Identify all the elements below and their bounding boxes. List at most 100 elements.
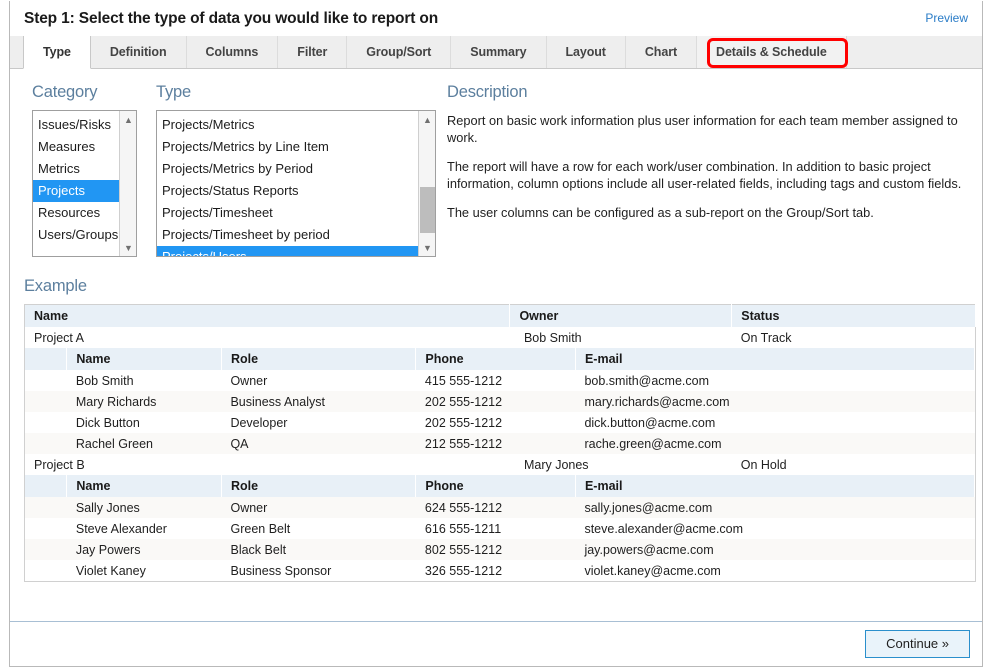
type-option-status-reports[interactable]: Projects/Status Reports (157, 180, 435, 202)
type-option-users[interactable]: Projects/Users (157, 246, 435, 256)
chevron-up-icon[interactable]: ▲ (120, 111, 136, 128)
member-email: bob.smith@acme.com (575, 370, 975, 391)
member-name: Violet Kaney (66, 560, 222, 581)
sub-column-header-phone: Phone (415, 475, 576, 497)
description-column: Description Report on basic work informa… (447, 83, 977, 235)
sub-column-header-role: Role (221, 348, 417, 370)
type-option-metrics-by-line-item[interactable]: Projects/Metrics by Line Item (157, 136, 435, 158)
continue-button[interactable]: Continue » (865, 630, 970, 658)
table-row: Mary Richards Business Analyst 202 555-1… (25, 391, 975, 412)
project-status: On Hold (731, 454, 976, 475)
chevron-down-icon[interactable]: ▼ (120, 239, 136, 256)
member-role: Green Belt (221, 518, 416, 539)
member-phone: 802 555-1212 (415, 539, 576, 560)
member-email: jay.powers@acme.com (575, 539, 975, 560)
preview-link[interactable]: Preview (925, 11, 968, 25)
row-indent-spacer (25, 391, 67, 412)
type-option-timesheet-by-period[interactable]: Projects/Timesheet by period (157, 224, 435, 246)
member-email: sally.jones@acme.com (575, 497, 975, 518)
table-row: Project B Mary Jones On Hold (24, 454, 976, 475)
tab-summary[interactable]: Summary (450, 36, 547, 68)
category-listbox[interactable]: Issues/Risks Measures Metrics Projects R… (32, 110, 137, 257)
table-row: Sally Jones Owner 624 555-1212 sally.jon… (25, 497, 975, 518)
row-indent-spacer (25, 412, 67, 433)
category-heading: Category (32, 83, 98, 101)
sub-column-header-email: E-mail (575, 475, 976, 497)
member-role: Owner (221, 370, 416, 391)
example-table: Name Owner Status Project A Bob Smith On… (24, 304, 976, 582)
tab-definition[interactable]: Definition (89, 36, 187, 68)
member-role: QA (221, 433, 416, 454)
member-role: Owner (221, 497, 416, 518)
category-column: Category Issues/Risks Measures Metrics P… (32, 83, 137, 257)
table-row: Dick Button Developer 202 555-1212 dick.… (25, 412, 975, 433)
project-subreport-cell: Name Role Phone E-mail Sally Jones Owner… (24, 475, 976, 582)
member-email: dick.button@acme.com (575, 412, 975, 433)
project-members-table: Name Role Phone E-mail Sally Jones Owner… (25, 475, 976, 581)
example-table-header-row: Name Owner Status (24, 304, 976, 327)
row-indent-spacer (25, 433, 67, 454)
row-indent-spacer (25, 370, 67, 391)
sub-column-header-phone: Phone (415, 348, 576, 370)
member-email: mary.richards@acme.com (575, 391, 975, 412)
tab-columns[interactable]: Columns (185, 36, 279, 68)
type-option-metrics-by-period[interactable]: Projects/Metrics by Period (157, 158, 435, 180)
table-row: Project A Bob Smith On Track (24, 327, 976, 348)
member-name: Rachel Green (66, 433, 222, 454)
tab-group-sort[interactable]: Group/Sort (346, 36, 452, 68)
member-email: steve.alexander@acme.com (575, 518, 975, 539)
sub-column-header-name: Name (66, 475, 222, 497)
tab-chart[interactable]: Chart (624, 36, 698, 68)
column-header-owner: Owner (509, 304, 733, 327)
sub-indent-spacer (25, 348, 68, 370)
member-phone: 212 555-1212 (415, 433, 576, 454)
description-paragraph-2: The report will have a row for each work… (447, 159, 962, 191)
project-owner: Mary Jones (509, 454, 732, 475)
project-subreport-row: Name Role Phone E-mail Sally Jones Owner… (24, 475, 976, 582)
project-subreport-row: Name Role Phone E-mail Bob Smith Owner 4… (24, 348, 976, 454)
member-name: Mary Richards (66, 391, 222, 412)
tab-filter[interactable]: Filter (277, 36, 348, 68)
example-section: Example Name Owner Status Project A Bob … (24, 277, 976, 582)
type-option-timesheet[interactable]: Projects/Timesheet (157, 202, 435, 224)
sub-table-header-row: Name Role Phone E-mail (25, 348, 976, 370)
member-role: Business Analyst (221, 391, 416, 412)
type-listbox[interactable]: Projects/Metrics Projects/Metrics by Lin… (156, 110, 436, 257)
tab-type[interactable]: Type (23, 36, 91, 69)
type-column: Type Projects/Metrics Projects/Metrics b… (156, 83, 436, 257)
row-indent-spacer (25, 497, 67, 518)
member-email: rache.green@acme.com (575, 433, 975, 454)
description-paragraph-3: The user columns can be configured as a … (447, 205, 874, 220)
description-heading: Description (447, 83, 528, 101)
project-members-table: Name Role Phone E-mail Bob Smith Owner 4… (25, 348, 976, 454)
chevron-up-icon[interactable]: ▲ (419, 111, 435, 128)
row-indent-spacer (25, 560, 67, 581)
wizard-body: Category Issues/Risks Measures Metrics P… (10, 69, 982, 620)
sub-table-header-row: Name Role Phone E-mail (25, 475, 976, 497)
tab-details-schedule[interactable]: Details & Schedule (696, 36, 847, 68)
scrollbar-thumb[interactable] (420, 187, 435, 233)
project-name: Project B (24, 454, 510, 475)
member-name: Sally Jones (66, 497, 222, 518)
category-scrollbar[interactable]: ▲ ▼ (119, 111, 136, 256)
page-title: Step 1: Select the type of data you woul… (24, 9, 439, 27)
sub-column-header-email: E-mail (575, 348, 976, 370)
member-phone: 616 555-1211 (415, 518, 576, 539)
example-heading: Example (24, 277, 87, 295)
row-indent-spacer (25, 518, 67, 539)
type-scrollbar[interactable]: ▲ ▼ (418, 111, 435, 256)
column-header-status: Status (731, 304, 976, 327)
member-name: Bob Smith (66, 370, 222, 391)
member-role: Developer (221, 412, 416, 433)
table-row: Bob Smith Owner 415 555-1212 bob.smith@a… (25, 370, 975, 391)
tab-layout[interactable]: Layout (545, 36, 626, 68)
member-name: Steve Alexander (66, 518, 222, 539)
member-phone: 202 555-1212 (415, 412, 576, 433)
chevron-down-icon[interactable]: ▼ (419, 239, 435, 256)
type-option-metrics[interactable]: Projects/Metrics (157, 114, 435, 136)
sub-column-header-role: Role (221, 475, 417, 497)
member-phone: 624 555-1212 (415, 497, 576, 518)
table-row: Jay Powers Black Belt 802 555-1212 jay.p… (25, 539, 975, 560)
project-owner: Bob Smith (509, 327, 732, 348)
type-heading: Type (156, 83, 191, 101)
